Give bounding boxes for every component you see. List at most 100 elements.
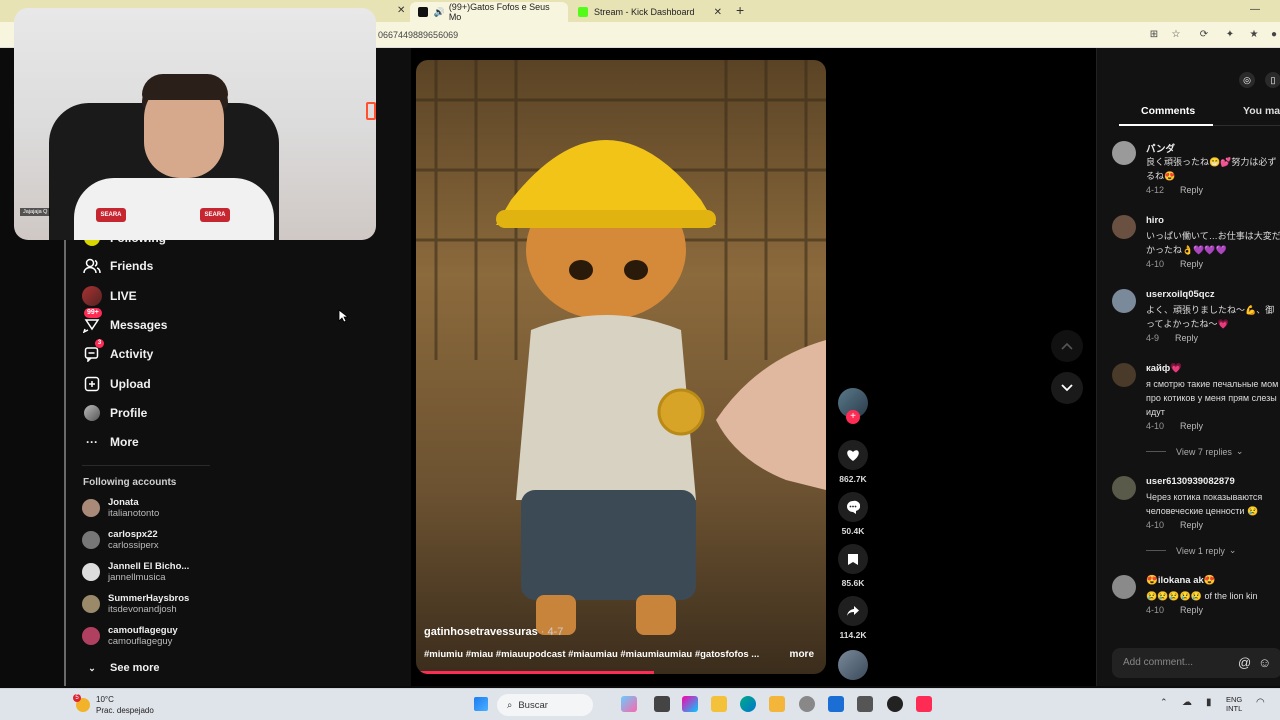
video-progress-bar[interactable] bbox=[416, 671, 654, 674]
panel-tabs: Comments You may bbox=[1119, 100, 1280, 126]
tab-tiktok[interactable]: 🔊 (99+)Gatos Fofos e Seus Mo bbox=[410, 2, 568, 22]
language-indicator[interactable]: ENG INTL bbox=[1226, 695, 1242, 713]
comment-user[interactable]: user6130939082879 bbox=[1146, 476, 1235, 487]
previous-video-button[interactable] bbox=[1051, 330, 1083, 362]
see-more-button[interactable]: ⌄ See more bbox=[82, 656, 159, 680]
sidebar-item-profile[interactable]: Profile bbox=[82, 401, 147, 425]
close-tab-icon[interactable]: ✕ bbox=[397, 5, 405, 16]
account-item[interactable]: SummerHaysbros itsdevonandjosh bbox=[82, 590, 189, 618]
bookmark-star-icon[interactable]: ☆ bbox=[1170, 29, 1182, 41]
tiktok-app-icon[interactable] bbox=[916, 696, 932, 712]
profile-avatar bbox=[82, 403, 102, 423]
cloud-icon[interactable]: ☁ bbox=[1182, 697, 1192, 708]
avatar bbox=[82, 563, 100, 581]
follow-plus-icon[interactable]: + bbox=[846, 410, 860, 424]
tab-kick[interactable]: Stream - Kick Dashboard ✕ bbox=[570, 2, 728, 22]
reply-button[interactable]: Reply bbox=[1180, 259, 1203, 269]
comment-user[interactable]: userxoilq05qcz bbox=[1146, 289, 1215, 300]
account-item[interactable]: Jannell El Bicho... jannellmusica bbox=[82, 558, 189, 586]
wifi-icon[interactable]: ◠ bbox=[1256, 697, 1265, 708]
windows-start-icon[interactable] bbox=[474, 697, 488, 711]
sidebar-item-messages[interactable]: 99+ Messages bbox=[82, 308, 167, 337]
reply-button[interactable]: Reply bbox=[1180, 185, 1203, 195]
favorites-icon[interactable]: ★ bbox=[1248, 29, 1260, 41]
save-button[interactable]: 85.6K bbox=[836, 544, 870, 588]
url-text[interactable]: 0667449889656069 bbox=[378, 30, 458, 40]
reply-button[interactable]: Reply bbox=[1180, 421, 1203, 431]
tab-comments[interactable]: Comments bbox=[1141, 105, 1195, 117]
account-item[interactable]: camouflageguy camouflageguy bbox=[82, 622, 178, 650]
profile-icon[interactable]: ● bbox=[1268, 29, 1280, 41]
share-button[interactable]: 114.2K bbox=[836, 596, 870, 640]
video-player[interactable]: gatinhosetravessuras · 4-7 #miumiu #miau… bbox=[416, 60, 826, 674]
video-hashtags[interactable]: #miumiu #miau #miauupodcast #miaumiau #m… bbox=[424, 649, 764, 660]
caption-more-button[interactable]: more bbox=[790, 649, 814, 660]
chevron-up-icon[interactable]: ⌃ bbox=[1160, 697, 1168, 708]
view-replies-label: View 7 replies bbox=[1176, 446, 1232, 457]
mail-icon[interactable] bbox=[828, 696, 844, 712]
app2-icon[interactable] bbox=[857, 696, 873, 712]
copilot-icon[interactable] bbox=[621, 696, 637, 712]
weather-widget[interactable]: 5 10°C Prac. despejado bbox=[73, 694, 154, 716]
network-icon[interactable]: ▮ bbox=[1206, 697, 1212, 708]
screen: 🔊 (99+)Gatos Fofos e Seus Mo Stream - Ki… bbox=[0, 0, 1280, 720]
sidebar-item-upload[interactable]: Upload bbox=[82, 372, 151, 396]
minimize-icon[interactable]: — bbox=[1250, 4, 1260, 15]
add-comment-input[interactable]: Add comment... @ ☺ bbox=[1112, 648, 1280, 678]
mention-icon[interactable]: @ bbox=[1238, 655, 1251, 670]
avatar[interactable] bbox=[1112, 575, 1136, 599]
comment-button[interactable]: 50.4K bbox=[836, 492, 870, 536]
task-view-icon[interactable] bbox=[654, 696, 670, 712]
tab-you-may-like[interactable]: You may bbox=[1243, 105, 1280, 117]
comments-panel: ◎ ▯ Comments You may パンダ 良く頑張ったね😁💕努力は必ず … bbox=[1096, 48, 1280, 686]
emoji-icon[interactable]: ☺ bbox=[1258, 655, 1271, 670]
account-item[interactable]: carlospx22 carlossiperx bbox=[82, 526, 159, 554]
obs-icon[interactable] bbox=[887, 696, 903, 712]
close-tab-icon[interactable]: ✕ bbox=[714, 7, 722, 18]
avatar[interactable] bbox=[1112, 476, 1136, 500]
store-icon[interactable] bbox=[769, 696, 785, 712]
avatar[interactable] bbox=[1112, 141, 1136, 165]
next-video-button[interactable] bbox=[1051, 372, 1083, 404]
taskbar-search[interactable]: ⌕ Buscar bbox=[497, 694, 593, 716]
video-author[interactable]: gatinhosetravessuras · 4-7 bbox=[424, 626, 563, 638]
extension-icon[interactable]: ⟳ bbox=[1198, 29, 1210, 41]
sidebar-item-live[interactable]: LIVE bbox=[82, 284, 137, 308]
file-explorer-icon[interactable] bbox=[711, 696, 727, 712]
view-replies-button[interactable]: View 1 reply ⌄ bbox=[1146, 545, 1236, 556]
sidebar-item-more[interactable]: ··· More bbox=[82, 430, 139, 454]
install-app-icon[interactable]: ⊞ bbox=[1148, 29, 1160, 41]
add-comment-placeholder: Add comment... bbox=[1123, 657, 1194, 668]
comment-user[interactable]: パンダ bbox=[1146, 141, 1175, 155]
comment-user[interactable]: 😍ilokana ak😍 bbox=[1146, 575, 1216, 586]
extension2-icon[interactable]: ✦ bbox=[1224, 29, 1236, 41]
comment-meta: 4-10 Reply bbox=[1146, 259, 1203, 269]
reply-button[interactable]: Reply bbox=[1180, 605, 1203, 615]
reply-button[interactable]: Reply bbox=[1180, 520, 1203, 530]
sidebar-item-friends[interactable]: Friends bbox=[82, 254, 153, 278]
live-avatar bbox=[82, 286, 102, 306]
creator-avatar[interactable]: + bbox=[836, 388, 870, 424]
edge-icon[interactable] bbox=[740, 696, 756, 712]
weather-badge: 5 bbox=[73, 694, 81, 702]
widgets-icon[interactable] bbox=[682, 696, 698, 712]
view-replies-button[interactable]: View 7 replies ⌄ bbox=[1146, 446, 1243, 457]
reply-button[interactable]: Reply bbox=[1175, 333, 1198, 343]
comment-date: 4-10 bbox=[1146, 421, 1165, 431]
avatar[interactable] bbox=[1112, 215, 1136, 239]
app-icon[interactable] bbox=[799, 696, 815, 712]
messages-icon: 99+ bbox=[82, 308, 102, 335]
like-button[interactable]: 862.7K bbox=[836, 440, 870, 484]
new-tab-button[interactable]: + bbox=[736, 2, 744, 18]
more-icon: ··· bbox=[86, 435, 98, 449]
sound-avatar[interactable] bbox=[836, 650, 870, 680]
device-icon[interactable]: ▯ bbox=[1265, 72, 1280, 88]
sidebar-item-activity[interactable]: 3 Activity bbox=[82, 339, 153, 366]
account-name: Jonata bbox=[108, 497, 139, 508]
avatar[interactable] bbox=[1112, 363, 1136, 387]
account-item[interactable]: Jonata italianotonto bbox=[82, 494, 159, 522]
comment-user[interactable]: hiro bbox=[1146, 215, 1164, 226]
avatar[interactable] bbox=[1112, 289, 1136, 313]
comment-user[interactable]: кайф💗 bbox=[1146, 363, 1182, 374]
compass-icon[interactable]: ◎ bbox=[1239, 72, 1255, 88]
